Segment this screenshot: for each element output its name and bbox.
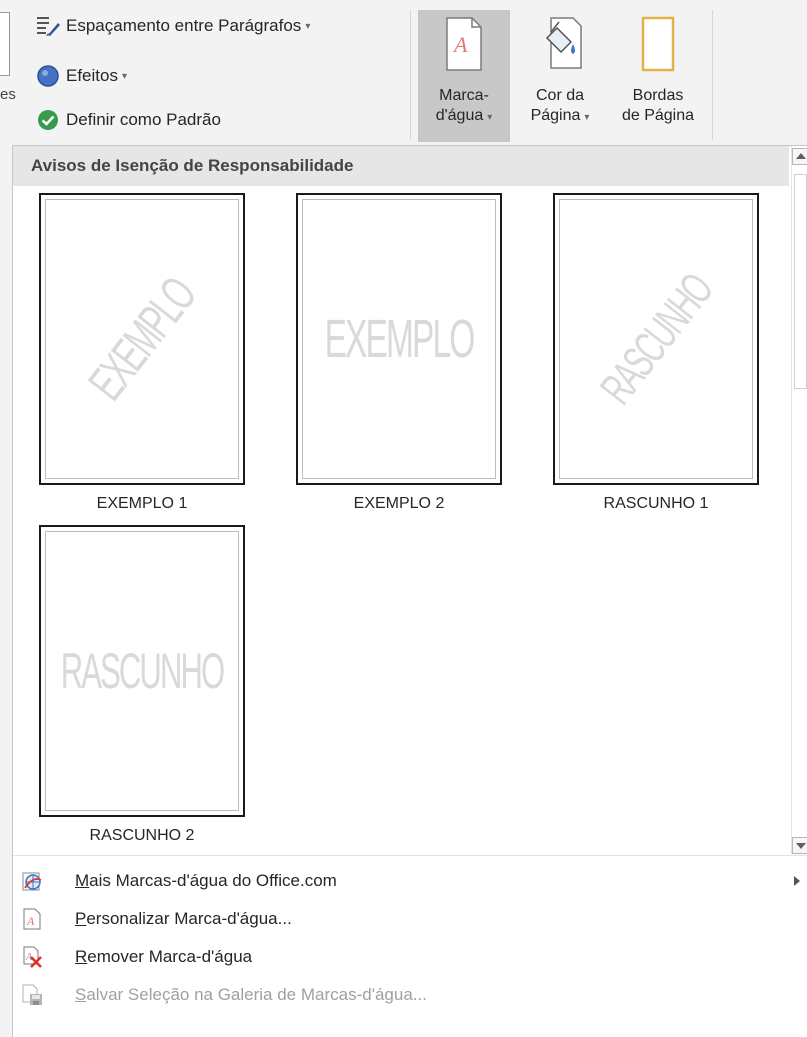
page-borders-button[interactable]: Bordas de Página: [606, 10, 710, 142]
watermark-preview-page: RASCUNHO: [39, 525, 245, 817]
ribbon-group-separator: [410, 10, 411, 140]
page-color-label-line1: Cor da: [535, 87, 585, 104]
page-color-label-line2: Página ▾: [530, 107, 590, 124]
page-border-icon: [640, 16, 676, 78]
watermark-dropdown-panel: Avisos de Isenção de Responsabilidade EX…: [12, 145, 807, 1037]
section-header: Avisos de Isenção de Responsabilidade: [13, 146, 789, 186]
scroll-up-arrow-icon: [796, 153, 806, 159]
office-globe-icon: [21, 870, 43, 892]
watermark-preview-text: RASCUNHO: [60, 643, 225, 699]
watermark-menu: Mais Marcas-d'água do Office.com A Perso…: [13, 862, 807, 1014]
paragraph-spacing-button[interactable]: Espaçamento entre Parágrafos ▾: [36, 14, 310, 38]
submenu-arrow-icon: [794, 876, 800, 886]
custom-watermark-label: Personalizar Marca-d'água...: [75, 909, 292, 928]
watermark-tile-caption: RASCUNHO 2: [89, 827, 195, 844]
watermark-tile-exemplo-2[interactable]: EXEMPLO EXEMPLO 2: [296, 193, 502, 513]
remove-watermark-label: Remover Marca-d'água: [75, 947, 253, 966]
gallery-scrollbar[interactable]: [791, 146, 807, 854]
menu-separator: [13, 855, 807, 856]
ribbon-design-tab: es Espaçamento entre Parágrafos ▾ Efeito…: [0, 0, 807, 145]
save-to-gallery-icon: [21, 984, 43, 1006]
page-color-button[interactable]: Cor da Página ▾: [512, 10, 608, 142]
watermark-preview-page: EXEMPLO: [296, 193, 502, 485]
effects-icon: [36, 64, 60, 88]
scroll-down-arrow-icon: [796, 843, 806, 849]
watermark-tile-rascunho-2[interactable]: RASCUNHO RASCUNHO 2: [39, 525, 245, 845]
watermark-label-line1: Marca-: [439, 87, 489, 104]
svg-text:A: A: [452, 32, 468, 57]
ribbon-partial-control[interactable]: [0, 12, 10, 76]
watermark-preview-text: EXEMPLO: [324, 309, 476, 369]
save-to-gallery-label: Salvar Seleção na Galeria de Marcas-d'ág…: [75, 985, 427, 1004]
paragraph-spacing-label: Espaçamento entre Parágrafos: [66, 16, 302, 35]
page-borders-label-line2: de Página: [621, 107, 695, 124]
effects-caret: ▾: [121, 70, 128, 82]
scrollbar-thumb[interactable]: [794, 174, 807, 389]
paragraph-spacing-caret: ▾: [305, 20, 311, 32]
more-watermarks-label: Mais Marcas-d'água do Office.com: [75, 871, 337, 890]
paragraph-spacing-icon: [36, 14, 60, 38]
page-borders-label-line1: Bordas: [632, 87, 684, 104]
watermark-preview-page: RASCUNHO: [553, 193, 759, 485]
ribbon-group-separator-2: [712, 10, 713, 140]
watermark-gallery: EXEMPLO EXEMPLO 1 EXEMPLO EXEMPLO 2 RASC…: [13, 186, 789, 854]
remove-watermark-icon: A: [21, 946, 43, 968]
custom-watermark-icon: A: [21, 908, 43, 930]
watermark-tile-caption: EXEMPLO 2: [353, 495, 445, 512]
watermark-preview-page: EXEMPLO: [39, 193, 245, 485]
remove-watermark-item[interactable]: A Remover Marca-d'água: [13, 938, 807, 976]
paint-bucket-icon: [537, 16, 583, 78]
watermark-icon: A: [444, 16, 484, 78]
scroll-down-button[interactable]: [792, 837, 807, 854]
save-to-gallery-item[interactable]: Salvar Seleção na Galeria de Marcas-d'ág…: [13, 976, 807, 1014]
svg-text:A: A: [26, 914, 35, 928]
set-as-default-label: Definir como Padrão: [66, 110, 221, 129]
watermark-tile-rascunho-1[interactable]: RASCUNHO RASCUNHO 1: [553, 193, 759, 513]
watermark-tile-exemplo-1[interactable]: EXEMPLO EXEMPLO 1: [39, 193, 245, 513]
watermark-label-line2: d'água ▾: [435, 107, 493, 124]
scroll-up-button[interactable]: [792, 148, 807, 165]
effects-button[interactable]: Efeitos ▾: [36, 64, 127, 88]
check-circle-icon: [36, 108, 60, 132]
watermark-tile-caption: RASCUNHO 1: [603, 495, 709, 512]
effects-label: Efeitos: [66, 66, 118, 85]
watermark-tile-caption: EXEMPLO 1: [96, 495, 188, 512]
set-as-default-button[interactable]: Definir como Padrão: [36, 108, 221, 132]
more-watermarks-office-item[interactable]: Mais Marcas-d'água do Office.com: [13, 862, 807, 900]
watermark-button[interactable]: A Marca- d'água ▾: [418, 10, 510, 142]
ribbon-partial-label: es: [0, 86, 16, 103]
custom-watermark-item[interactable]: A Personalizar Marca-d'água...: [13, 900, 807, 938]
